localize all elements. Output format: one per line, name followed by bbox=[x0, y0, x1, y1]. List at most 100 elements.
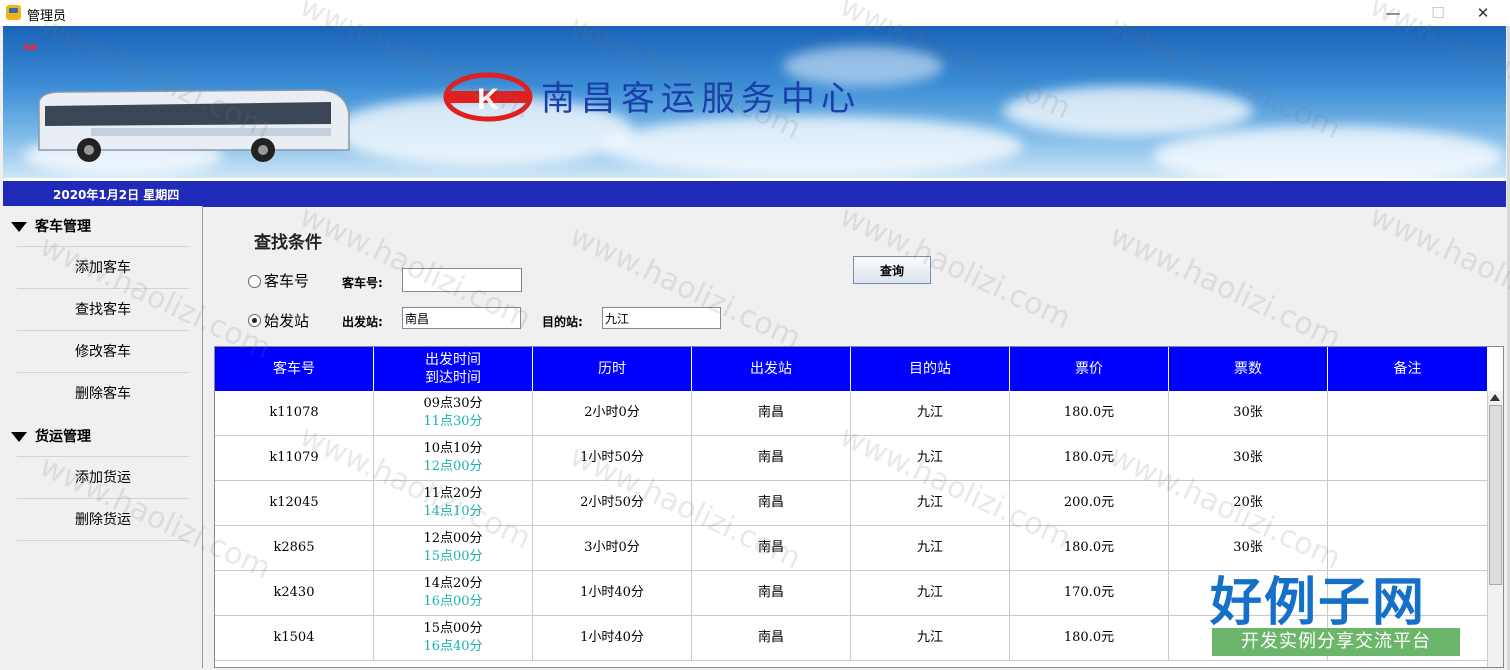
cell-times: 09点30分 11点30分 bbox=[374, 391, 533, 436]
cell-bus-no: k2865 bbox=[215, 526, 374, 571]
window-titlebar: 管理员 — ☐ ✕ bbox=[0, 0, 1510, 27]
watermark-brand-big: 好例子网 bbox=[1210, 573, 1427, 633]
cell-dep-time: 15点00分 bbox=[423, 621, 483, 636]
search-conditions-title: 查找条件 bbox=[254, 233, 322, 253]
table-row[interactable]: k11078 09点30分 11点30分 2小时0分 南昌 九江 180.0元 30张 bbox=[215, 391, 1487, 436]
sidebar-item-delete-bus[interactable]: 删除客车 bbox=[17, 372, 189, 414]
radio-bus-no-label: 客车号 bbox=[264, 272, 310, 290]
cell-duration: 1小时40分 bbox=[533, 571, 692, 616]
sidebar-item-find-bus[interactable]: 查找客车 bbox=[17, 288, 189, 330]
cell-dep-time: 11点20分 bbox=[423, 486, 483, 501]
scrollbar-thumb[interactable] bbox=[1489, 405, 1502, 585]
company-logo-icon: K bbox=[443, 72, 533, 122]
expand-triangle-icon bbox=[11, 432, 27, 442]
cell-price: 180.0元 bbox=[1010, 391, 1169, 436]
bus-no-input[interactable] bbox=[402, 268, 522, 292]
sidebar-item-add-freight[interactable]: 添加货运 bbox=[17, 456, 189, 498]
sidebar-item-delete-freight[interactable]: 删除货运 bbox=[17, 498, 189, 540]
depart-station-label: 出发站: bbox=[342, 315, 383, 329]
bus-image bbox=[38, 89, 350, 162]
table-row[interactable]: k12045 11点20分 14点10分 2小时50分 南昌 九江 200.0元 20张 bbox=[215, 481, 1487, 526]
cell-price: 200.0元 bbox=[1010, 481, 1169, 526]
minimize-button[interactable]: — bbox=[1370, 0, 1416, 26]
cell-depart-station: 南昌 bbox=[692, 571, 851, 616]
cell-dest-station: 九江 bbox=[851, 391, 1010, 436]
watermark-brand-small: 开发实例分享交流平台 bbox=[1212, 628, 1460, 656]
col-duration[interactable]: 历时 bbox=[533, 347, 692, 391]
col-dest-station[interactable]: 目的站 bbox=[851, 347, 1010, 391]
cell-price: 180.0元 bbox=[1010, 616, 1169, 661]
cell-tickets: 20张 bbox=[1169, 481, 1328, 526]
current-date: 2020年1月2日 星期四 bbox=[53, 188, 180, 202]
cell-arr-time: 11点30分 bbox=[423, 414, 483, 429]
radio-start-station[interactable] bbox=[248, 314, 261, 327]
window-title: 管理员 bbox=[27, 9, 67, 24]
table-row[interactable]: k11079 10点10分 12点00分 1小时50分 南昌 九江 180.0元 30张 bbox=[215, 436, 1487, 481]
haolizi-watermark-logo: 好例子网 开发实例分享交流平台 bbox=[1210, 560, 1460, 660]
col-bus-no[interactable]: 客车号 bbox=[215, 347, 374, 391]
sidebar-group-freight[interactable]: 货运管理 bbox=[11, 426, 91, 446]
cell-depart-station: 南昌 bbox=[692, 616, 851, 661]
cell-note bbox=[1328, 481, 1487, 526]
cell-dest-station: 九江 bbox=[851, 616, 1010, 661]
close-button[interactable]: ✕ bbox=[1460, 0, 1506, 26]
current-user-label: sa bbox=[23, 40, 37, 53]
cell-note bbox=[1328, 391, 1487, 436]
cell-arr-time: 16点00分 bbox=[423, 594, 483, 609]
cell-price: 180.0元 bbox=[1010, 436, 1169, 481]
table-header: 客车号 出发时间 到达时间 历时 出发站 目的站 票价 票数 备注 bbox=[215, 347, 1487, 391]
cell-bus-no: k2430 bbox=[215, 571, 374, 616]
cell-depart-station: 南昌 bbox=[692, 391, 851, 436]
cell-duration: 2小时50分 bbox=[533, 481, 692, 526]
cell-dest-station: 九江 bbox=[851, 436, 1010, 481]
cell-depart-station: 南昌 bbox=[692, 481, 851, 526]
cell-dep-time: 12点00分 bbox=[423, 531, 483, 546]
sidebar-divider bbox=[17, 540, 189, 542]
col-dep-arr-time[interactable]: 出发时间 到达时间 bbox=[374, 347, 533, 391]
cell-dep-time: 10点10分 bbox=[423, 441, 483, 456]
col-tickets[interactable]: 票数 bbox=[1169, 347, 1328, 391]
radio-bus-no[interactable] bbox=[248, 275, 261, 288]
cell-price: 180.0元 bbox=[1010, 526, 1169, 571]
header-banner: sa K 南昌客运服务中心 bbox=[3, 26, 1506, 178]
cell-arr-time: 14点10分 bbox=[423, 504, 483, 519]
cell-duration: 1小时40分 bbox=[533, 616, 692, 661]
cell-arr-time: 15点00分 bbox=[423, 549, 483, 564]
cell-dest-station: 九江 bbox=[851, 526, 1010, 571]
cell-times: 12点00分 15点00分 bbox=[374, 526, 533, 571]
col-price[interactable]: 票价 bbox=[1010, 347, 1169, 391]
sidebar-group-bus[interactable]: 客车管理 bbox=[11, 216, 91, 236]
sidebar-item-edit-bus[interactable]: 修改客车 bbox=[17, 330, 189, 372]
sidebar: 客车管理 添加客车 查找客车 修改客车 删除客车 货运管理 添加货运 删除货运 bbox=[3, 206, 203, 668]
sidebar-item-add-bus[interactable]: 添加客车 bbox=[17, 246, 189, 288]
table-scrollbar[interactable] bbox=[1487, 391, 1503, 667]
svg-text:K: K bbox=[477, 83, 499, 116]
maximize-button[interactable]: ☐ bbox=[1415, 0, 1461, 26]
col-note[interactable]: 备注 bbox=[1328, 347, 1487, 391]
cell-depart-station: 南昌 bbox=[692, 526, 851, 571]
cell-note bbox=[1328, 436, 1487, 481]
cell-duration: 2小时0分 bbox=[533, 391, 692, 436]
cell-bus-no: k11079 bbox=[215, 436, 374, 481]
depart-station-input[interactable]: 南昌 bbox=[402, 307, 521, 329]
cell-times: 10点10分 12点00分 bbox=[374, 436, 533, 481]
cell-dep-time: 09点30分 bbox=[423, 396, 483, 411]
radio-start-station-label: 始发站 bbox=[264, 312, 310, 330]
center-name-title: 南昌客运服务中心 bbox=[541, 79, 861, 119]
cell-bus-no: k1504 bbox=[215, 616, 374, 661]
cell-arr-time: 16点40分 bbox=[423, 639, 483, 654]
cell-price: 170.0元 bbox=[1010, 571, 1169, 616]
cell-dep-time: 14点20分 bbox=[423, 576, 483, 591]
dest-station-label: 目的站: bbox=[542, 315, 583, 329]
bus-app-icon bbox=[6, 5, 21, 20]
cell-dest-station: 九江 bbox=[851, 571, 1010, 616]
cell-tickets: 30张 bbox=[1169, 391, 1328, 436]
query-button[interactable]: 查询 bbox=[853, 256, 931, 284]
scroll-up-arrow-icon[interactable] bbox=[1490, 394, 1500, 401]
col-depart-station[interactable]: 出发站 bbox=[692, 347, 851, 391]
cell-duration: 1小时50分 bbox=[533, 436, 692, 481]
cell-dest-station: 九江 bbox=[851, 481, 1010, 526]
expand-triangle-icon bbox=[11, 222, 27, 232]
dest-station-input[interactable]: 九江 bbox=[602, 307, 721, 329]
cell-duration: 3小时0分 bbox=[533, 526, 692, 571]
